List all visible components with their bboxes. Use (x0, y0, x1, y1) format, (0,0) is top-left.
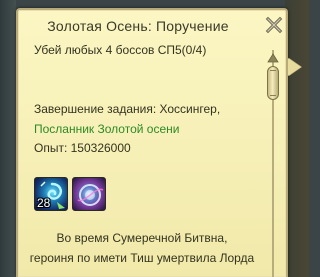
background-right (285, 0, 309, 277)
description-line: Во время Сумеречной Битвна, (56, 231, 228, 245)
scroll-up-button[interactable] (267, 50, 279, 63)
reward-item-2[interactable] (72, 177, 106, 211)
reward-item-1[interactable]: 28 (34, 177, 68, 211)
tooltip-pointer (288, 58, 301, 76)
quest-description: Во время Сумеречной Битвна, героиня по и… (18, 228, 266, 268)
close-button[interactable] (265, 16, 283, 34)
close-icon (265, 16, 283, 34)
npc-link[interactable]: Посланник Золотой осени (34, 122, 179, 136)
experience-reward: Опыт: 150326000 (34, 141, 131, 155)
quest-tooltip-panel: Золотая Осень: Поручение Убей любых 4 бо… (16, 8, 288, 277)
quest-completion: Завершение задания: Хоссингер, (34, 102, 221, 116)
triangle-up-icon (267, 53, 279, 63)
description-line: героиня по имети Тиш умертвила Лорда (29, 251, 255, 265)
nebula-orb-icon (77, 184, 104, 206)
quest-title: Золотая Осень: Поручение (47, 18, 229, 34)
reward-count: 28 (37, 196, 51, 210)
scroll-thumb[interactable] (267, 66, 279, 100)
quest-objective: Убей любых 4 боссов СП5(0/4) (34, 43, 207, 57)
scrollbar[interactable] (267, 50, 279, 277)
background-left (0, 0, 16, 277)
